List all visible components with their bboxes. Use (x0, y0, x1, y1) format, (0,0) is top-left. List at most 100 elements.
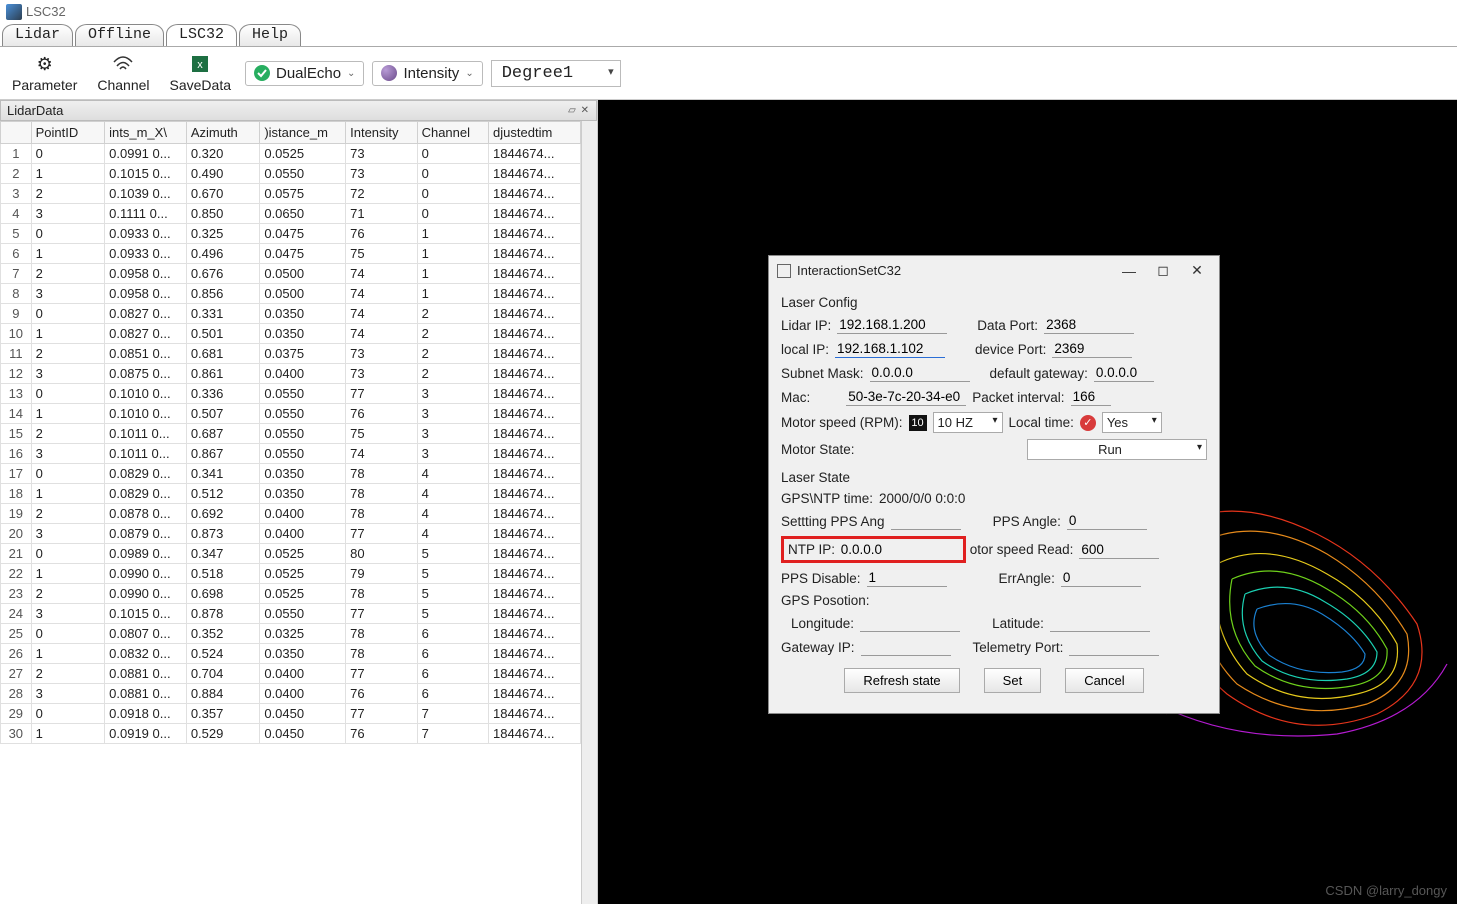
table-row[interactable]: 1520.1011 0...0.6870.05507531844674... (1, 424, 581, 444)
gateway-ip-field[interactable] (861, 638, 951, 656)
table-row[interactable]: 900.0827 0...0.3310.03507421844674... (1, 304, 581, 324)
motor-speed-label: Motor speed (RPM): (781, 415, 903, 430)
column-header[interactable]: djustedtim (489, 122, 581, 144)
table-row[interactable]: 2900.0918 0...0.3570.04507771844674... (1, 704, 581, 724)
table-row[interactable]: 2100.0989 0...0.3470.05258051844674... (1, 544, 581, 564)
local-ip-field[interactable] (835, 340, 945, 358)
toolbar: ⚙ Parameter Channel x SaveData DualEcho … (0, 46, 1457, 100)
gateway-ip-label: Gateway IP: (781, 640, 855, 655)
degree-combo[interactable]: Degree1 (491, 60, 621, 87)
lidar-ip-field[interactable] (837, 316, 947, 334)
err-angle-field[interactable] (1061, 569, 1141, 587)
setting-pps-ang-field[interactable] (891, 512, 961, 530)
longitude-field[interactable] (860, 614, 960, 632)
table-row[interactable]: 2500.0807 0...0.3520.03257861844674... (1, 624, 581, 644)
table-row[interactable]: 1810.0829 0...0.5120.03507841844674... (1, 484, 581, 504)
column-header[interactable]: Azimuth (186, 122, 260, 144)
pps-angle-field[interactable] (1067, 512, 1147, 530)
table-row[interactable]: 830.0958 0...0.8560.05007411844674... (1, 284, 581, 304)
table-row[interactable]: 2320.0990 0...0.6980.05257851844674... (1, 584, 581, 604)
subnet-field[interactable] (870, 364, 970, 382)
latitude-field[interactable] (1050, 614, 1150, 632)
pps-disable-label: PPS Disable: (781, 571, 861, 586)
parameter-button[interactable]: ⚙ Parameter (6, 51, 83, 95)
vertical-scrollbar[interactable] (581, 121, 597, 904)
column-header[interactable]: )istance_m (260, 122, 346, 144)
gps-position-header: GPS Posotion: (781, 593, 1207, 608)
set-button[interactable]: Set (984, 668, 1042, 693)
table-row[interactable]: 1010.0827 0...0.5010.03507421844674... (1, 324, 581, 344)
table-row[interactable]: 1630.1011 0...0.8670.05507431844674... (1, 444, 581, 464)
parameter-label: Parameter (12, 77, 77, 93)
table-row[interactable]: 1120.0851 0...0.6810.03757321844674... (1, 344, 581, 364)
intensity-combo[interactable]: Intensity ⌄ (372, 61, 482, 86)
ntp-ip-field[interactable] (839, 541, 959, 558)
table-row[interactable]: 1300.1010 0...0.3360.05507731844674... (1, 384, 581, 404)
lidar-data-table[interactable]: PointIDints_m_X\Azimuth)istance_mIntensi… (0, 121, 581, 744)
mac-field[interactable] (846, 388, 966, 406)
table-row[interactable]: 3010.0919 0...0.5290.04507671844674... (1, 724, 581, 744)
mac-label: Mac: (781, 390, 810, 405)
panel-controls[interactable]: ▱ ✕ (568, 105, 590, 116)
pps-disable-field[interactable] (867, 569, 947, 587)
column-header[interactable]: Intensity (346, 122, 417, 144)
table-row[interactable]: 2430.1015 0...0.8780.05507751844674... (1, 604, 581, 624)
table-row[interactable]: 500.0933 0...0.3250.04757611844674... (1, 224, 581, 244)
dialog-icon (777, 264, 791, 278)
gateway-field[interactable] (1094, 364, 1154, 382)
packet-interval-label: Packet interval: (972, 390, 1064, 405)
table-row[interactable]: 2030.0879 0...0.8730.04007741844674... (1, 524, 581, 544)
table-row[interactable]: 1410.1010 0...0.5070.05507631844674... (1, 404, 581, 424)
column-header[interactable]: Channel (417, 122, 488, 144)
tab-lsc32[interactable]: LSC32 (166, 24, 237, 46)
device-port-field[interactable] (1052, 340, 1132, 358)
motor-state-select[interactable]: Run (1027, 439, 1207, 460)
savedata-button[interactable]: x SaveData (164, 51, 237, 95)
table-row[interactable]: 2720.0881 0...0.7040.04007761844674... (1, 664, 581, 684)
table-row[interactable]: 1700.0829 0...0.3410.03507841844674... (1, 464, 581, 484)
maximize-button[interactable]: ◻ (1149, 262, 1177, 279)
savedata-label: SaveData (170, 77, 231, 93)
packet-interval-field[interactable] (1071, 388, 1111, 406)
table-row[interactable]: 2610.0832 0...0.5240.03507861844674... (1, 644, 581, 664)
close-button[interactable]: ✕ (1183, 262, 1211, 279)
laser-state-header: Laser State (781, 470, 1207, 485)
refresh-state-button[interactable]: Refresh state (844, 668, 959, 693)
local-time-select[interactable]: Yes (1102, 412, 1162, 433)
tab-offline[interactable]: Offline (75, 24, 164, 46)
main-tabs: Lidar Offline LSC32 Help (0, 24, 1457, 46)
table-row[interactable]: 210.1015 0...0.4900.05507301844674... (1, 164, 581, 184)
telemetry-port-label: Telemetry Port: (973, 640, 1064, 655)
wifi-icon (112, 53, 134, 75)
table-row[interactable]: 320.1039 0...0.6700.05757201844674... (1, 184, 581, 204)
telemetry-port-field[interactable] (1069, 638, 1159, 656)
motor-speed-select[interactable]: 10 HZ (933, 412, 1003, 433)
table-row[interactable]: 2210.0990 0...0.5180.05257951844674... (1, 564, 581, 584)
table-row[interactable]: 1920.0878 0...0.6920.04007841844674... (1, 504, 581, 524)
motor-speed-read-field[interactable] (1079, 541, 1159, 559)
gear-icon: ⚙ (34, 53, 56, 75)
local-time-label: Local time: (1009, 415, 1074, 430)
cancel-button[interactable]: Cancel (1065, 668, 1143, 693)
dualecho-combo[interactable]: DualEcho ⌄ (245, 61, 364, 86)
table-row[interactable]: 720.0958 0...0.6760.05007411844674... (1, 264, 581, 284)
column-header[interactable]: PointID (31, 122, 105, 144)
dialog-titlebar[interactable]: InteractionSetC32 — ◻ ✕ (769, 256, 1219, 285)
minimize-button[interactable]: — (1115, 263, 1143, 279)
data-port-label: Data Port: (977, 318, 1038, 333)
table-row[interactable]: 100.0991 0...0.3200.05257301844674... (1, 144, 581, 164)
column-header[interactable]: ints_m_X\ (105, 122, 187, 144)
chevron-down-icon: ⌄ (347, 68, 355, 79)
lidar-ip-label: Lidar IP: (781, 318, 831, 333)
tab-help[interactable]: Help (239, 24, 301, 46)
intensity-label: Intensity (403, 65, 459, 82)
data-port-field[interactable] (1044, 316, 1134, 334)
table-row[interactable]: 430.1111 0...0.8500.06507101844674... (1, 204, 581, 224)
table-row[interactable]: 610.0933 0...0.4960.04757511844674... (1, 244, 581, 264)
tab-lidar[interactable]: Lidar (2, 24, 73, 46)
watermark: CSDN @larry_dongy (1325, 883, 1447, 898)
channel-button[interactable]: Channel (91, 51, 155, 95)
table-row[interactable]: 1230.0875 0...0.8610.04007321844674... (1, 364, 581, 384)
table-row[interactable]: 2830.0881 0...0.8840.04007661844674... (1, 684, 581, 704)
ntp-ip-label: NTP IP: (788, 542, 835, 557)
